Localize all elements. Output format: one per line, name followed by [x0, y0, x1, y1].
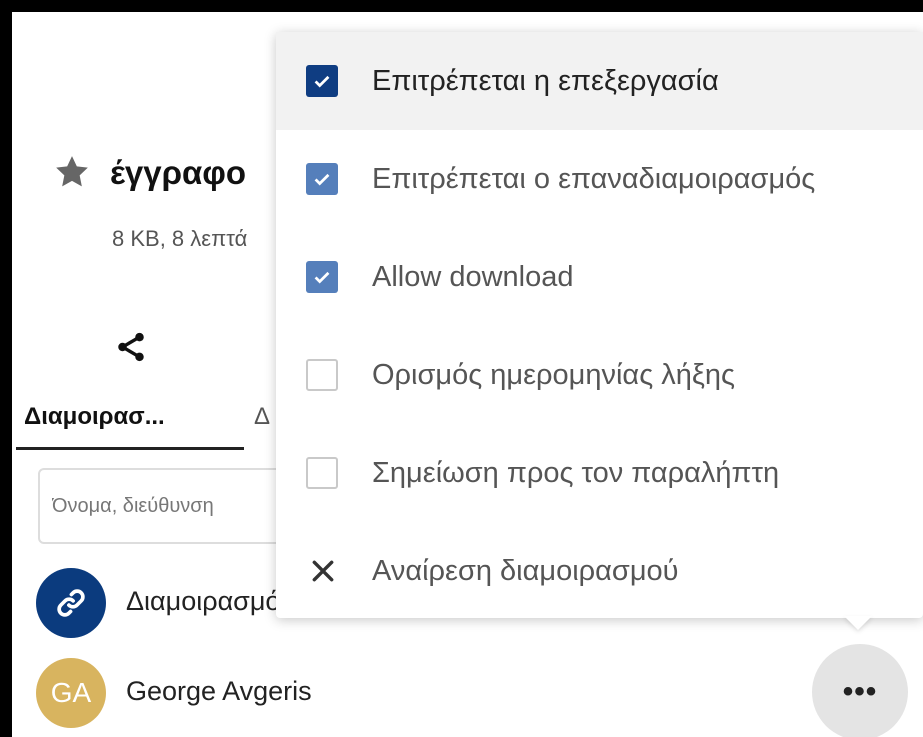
- share-icon[interactable]: [114, 330, 148, 364]
- star-icon[interactable]: [52, 152, 92, 192]
- menu-item-unshare[interactable]: Αναίρεση διαμοιρασμού: [276, 522, 923, 620]
- menu-item-allow-download[interactable]: Allow download: [276, 228, 923, 326]
- share-options-menu: Επιτρέπεται η επεξεργασία Επιτρέπεται ο …: [276, 32, 923, 618]
- menu-item-allow-resharing[interactable]: Επιτρέπεται ο επαναδιαμοιρασμός: [276, 130, 923, 228]
- menu-item-note-to-recipient[interactable]: Σημείωση προς τον παραλήπτη: [276, 424, 923, 522]
- share-user-name: George Avgeris: [126, 676, 312, 706]
- tab-sharing[interactable]: Διαμοιρασ...: [16, 394, 244, 450]
- file-title: έγγραφο: [110, 154, 247, 191]
- menu-item-allow-editing[interactable]: Επιτρέπεται η επεξεργασία: [276, 32, 923, 130]
- menu-item-label: Αναίρεση διαμοιρασμού: [372, 554, 679, 587]
- tab-next[interactable]: Δ: [254, 394, 270, 440]
- link-avatar: [36, 568, 106, 638]
- checkbox-checked-icon[interactable]: [306, 65, 338, 97]
- avatar: GA: [36, 658, 106, 728]
- menu-item-label: Επιτρέπεται η επεξεργασία: [372, 64, 719, 97]
- close-icon: [312, 560, 334, 582]
- more-actions-button[interactable]: •••: [812, 644, 908, 737]
- menu-arrow: [844, 616, 872, 630]
- sharing-sidebar: έγγραφο 8 KB, 8 λεπτά Διαμοιρασ... Δ Δια…: [12, 12, 923, 737]
- menu-item-label: Επιτρέπεται ο επαναδιαμοιρασμός: [372, 162, 816, 195]
- link-icon: [57, 589, 85, 617]
- menu-item-set-expiration[interactable]: Ορισμός ημερομηνίας λήξης: [276, 326, 923, 424]
- checkbox-checked-icon[interactable]: [306, 261, 338, 293]
- menu-item-label: Σημείωση προς τον παραλήπτη: [372, 456, 780, 489]
- checkbox-checked-icon[interactable]: [306, 163, 338, 195]
- file-meta: 8 KB, 8 λεπτά: [112, 226, 248, 251]
- share-user-row: GA George Avgeris: [36, 658, 916, 730]
- share-link-label: Διαμοιρασμός: [126, 586, 294, 616]
- menu-item-label: Ορισμός ημερομηνίας λήξης: [372, 358, 735, 391]
- checkbox-unchecked-icon[interactable]: [306, 359, 338, 391]
- menu-item-label: Allow download: [372, 260, 574, 293]
- checkbox-unchecked-icon[interactable]: [306, 457, 338, 489]
